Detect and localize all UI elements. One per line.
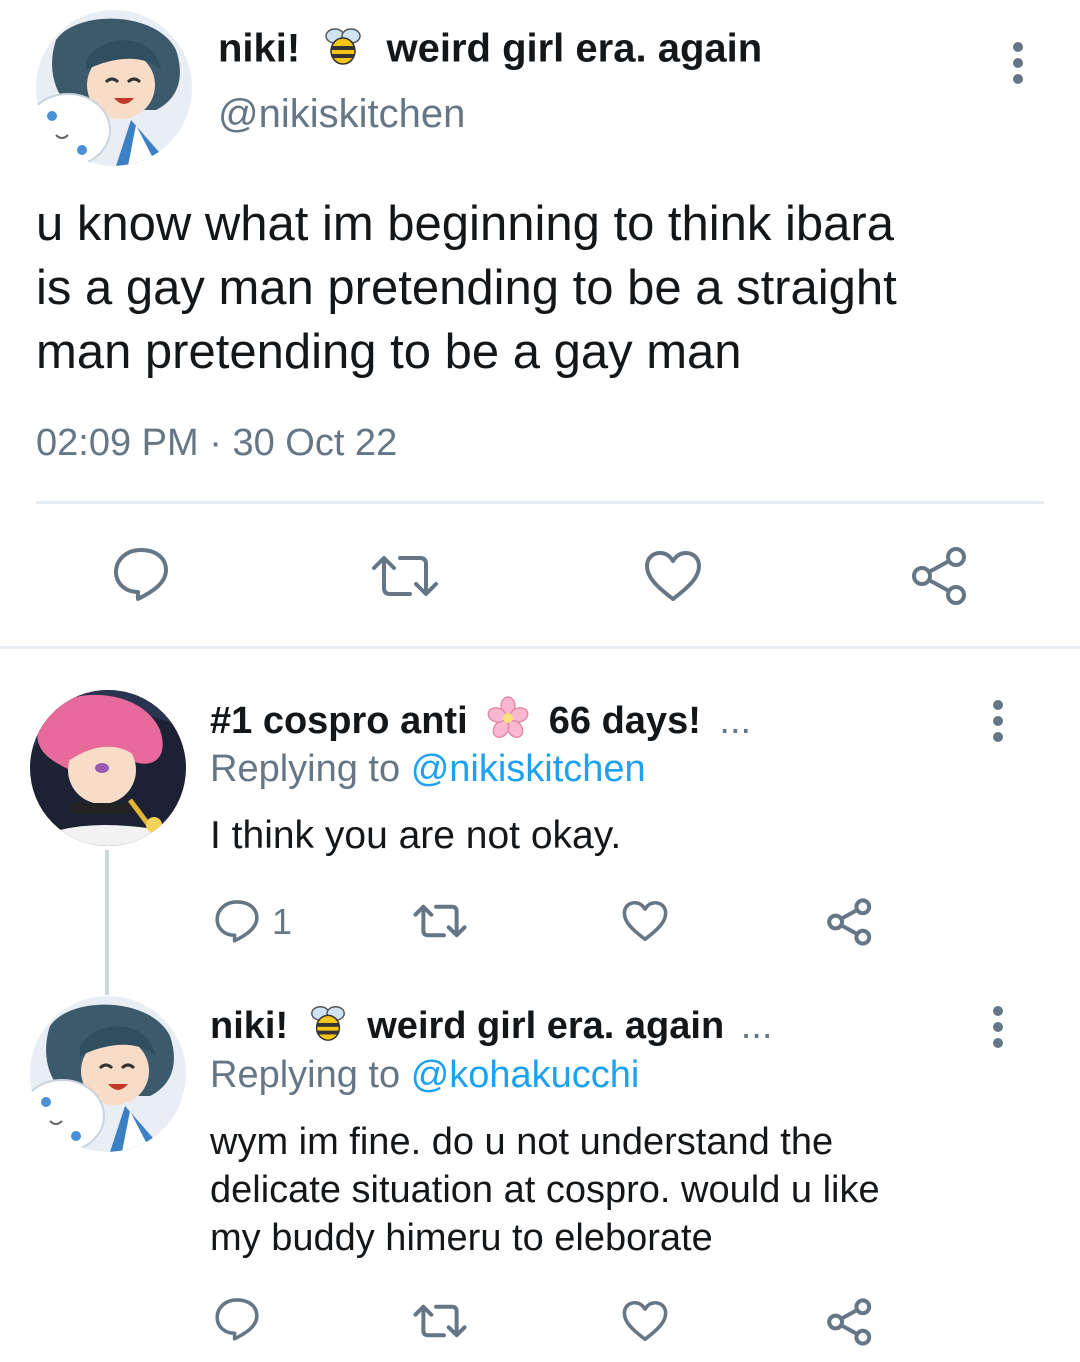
bee-icon: [321, 24, 365, 78]
name-suffix-text: weird girl era. again: [386, 26, 763, 71]
replying-to: Replying to @kohakucchi: [210, 1054, 639, 1097]
avatar-cospro-anti[interactable]: [30, 690, 186, 846]
retweet-icon[interactable]: [412, 1302, 468, 1340]
like-icon[interactable]: [644, 550, 702, 602]
reply-text-line: my buddy himeru to eleborate: [210, 1217, 713, 1259]
replying-handle-link[interactable]: @kohakucchi: [411, 1054, 640, 1096]
share-icon[interactable]: [826, 898, 874, 946]
reply2-display-name[interactable]: niki! weird girl era. again ...: [210, 1002, 772, 1054]
tweet-text-line: man pretending to be a gay man: [36, 325, 742, 379]
tweet-text-line: is a gay man pretending to be a straight: [36, 261, 897, 315]
cherry-blossom-icon: [486, 696, 530, 750]
tweet-text-line: u know what im beginning to think ibara: [36, 197, 895, 251]
like-icon[interactable]: [622, 1300, 668, 1342]
display-name-text: #1 cospro anti: [210, 700, 468, 743]
reply1-display-name[interactable]: #1 cospro anti 66 days! ...: [210, 696, 751, 750]
name-ellipsis: ...: [719, 700, 752, 743]
more-options-icon[interactable]: [990, 700, 1006, 748]
reply-text-line: delicate situation at cospro. would u li…: [210, 1169, 880, 1211]
reply-count: 1: [272, 901, 293, 942]
replying-to: Replying to @nikiskitchen: [210, 748, 646, 791]
main-tweet-text: u know what im beginning to think ibara …: [36, 192, 897, 384]
avatar-niki[interactable]: [36, 10, 192, 166]
share-icon[interactable]: [826, 1298, 874, 1346]
reply2-text: wym im fine. do u not understand the del…: [210, 1118, 880, 1262]
main-display-name[interactable]: niki! weird girl era. again: [218, 24, 762, 78]
reply1-text: I think you are not okay.: [210, 814, 622, 857]
display-name-text: niki!: [218, 26, 301, 71]
bee-icon: [307, 1002, 349, 1054]
like-icon[interactable]: [622, 900, 668, 942]
more-options-icon[interactable]: [990, 1006, 1006, 1054]
tweet-time: 02:09 PM: [36, 422, 199, 464]
replying-label: Replying to: [210, 748, 401, 790]
reply-icon[interactable]: [214, 1296, 260, 1342]
reply-icon[interactable]: [214, 898, 260, 944]
display-name-text: niki!: [210, 1005, 289, 1048]
replying-label: Replying to: [210, 1054, 401, 1096]
retweet-icon[interactable]: [370, 552, 440, 600]
timestamp[interactable]: 02:09 PM · 30 Oct 22: [36, 422, 397, 465]
avatar-niki[interactable]: [30, 996, 186, 1152]
timestamp-separator: ·: [209, 422, 222, 464]
reply-text-line: wym im fine. do u not understand the: [210, 1121, 834, 1163]
share-icon[interactable]: [910, 546, 970, 606]
replying-handle-link[interactable]: @nikiskitchen: [411, 748, 646, 790]
main-handle[interactable]: @nikiskitchen: [218, 92, 465, 137]
divider: [36, 501, 1044, 504]
thread-line: [105, 850, 109, 995]
name-ellipsis: ...: [740, 1005, 773, 1048]
tweet-date: 30 Oct 22: [232, 422, 398, 464]
retweet-icon[interactable]: [412, 902, 468, 940]
section-divider: [0, 646, 1080, 649]
name-suffix-text: weird girl era. again: [367, 1005, 725, 1048]
reply-icon[interactable]: [112, 546, 170, 602]
more-options-icon[interactable]: [1010, 42, 1026, 90]
name-suffix-text: 66 days!: [548, 700, 701, 743]
